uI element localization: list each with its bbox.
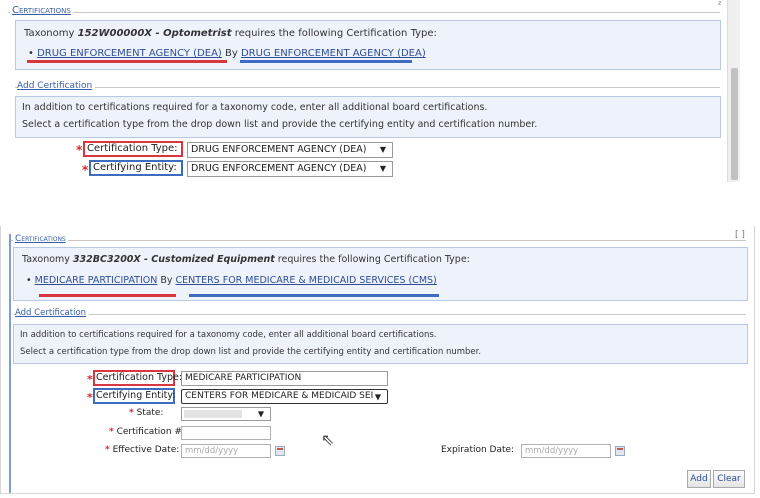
add-info-box: In addition to certifications required f… [15, 96, 721, 138]
add-button[interactable]: Add [687, 470, 711, 488]
taxonomy-name: - Customized Equipment [140, 254, 275, 265]
taxonomy-prefix: Taxonomy [22, 254, 73, 265]
effective-date-label: Effective Date: [112, 445, 180, 455]
by-text: By [221, 48, 241, 59]
effective-date-input[interactable]: mm/dd/yyyy [181, 444, 271, 458]
cert-number-label: Certification #: [116, 427, 185, 437]
entity-value: DRUG ENFORCEMENT AGENCY (DEA) [191, 163, 367, 174]
cert-type-value: DRUG ENFORCEMENT AGENCY (DEA) [191, 144, 367, 155]
info-line-2: Select a certification type from the dro… [20, 347, 482, 357]
red-underline [27, 60, 227, 63]
bullet: • [28, 48, 38, 59]
cert-number-input[interactable] [181, 426, 271, 440]
chevron-down-icon: ▼ [257, 409, 264, 419]
add-rule [13, 314, 746, 315]
expiration-date-label: Expiration Date: [441, 445, 515, 455]
entity-select[interactable]: CENTERS FOR MEDICARE & MEDICAID SEI ▼ [181, 389, 388, 404]
taxonomy-line: Taxonomy 152W00000X - Optometrist requir… [24, 28, 437, 39]
required-marker: * [87, 373, 93, 386]
required-cert-item: • MEDICARE PARTICIPATION By CENTERS FOR … [26, 275, 437, 286]
blue-underline [189, 294, 439, 297]
red-underline [39, 294, 176, 297]
required-entity-link[interactable]: CENTERS FOR MEDICARE & MEDICAID SERVICES… [176, 275, 437, 286]
mouse-cursor-icon: ⇖ [321, 430, 335, 449]
required-marker: * [82, 163, 89, 177]
entity-value: CENTERS FOR MEDICARE & MEDICAID SEI [185, 391, 374, 401]
chevron-down-icon: ▼ [379, 145, 386, 154]
screenshot-dea-certification: Certifications ᶻ Taxonomy 152W00000X - O… [0, 0, 740, 182]
required-marker: * [87, 391, 93, 404]
effective-date-field-label: * Effective Date: [105, 445, 179, 455]
screenshot-medicare-certification: Certifications [ ] Taxonomy 332BC3200X -… [0, 226, 755, 494]
add-info-box: In addition to certifications required f… [13, 324, 748, 364]
chevron-down-icon: ▼ [374, 392, 381, 401]
required-marker: * [109, 427, 114, 437]
required-cert-type-link[interactable]: DRUG ENFORCEMENT AGENCY (DEA) [37, 48, 222, 59]
cert-type-select[interactable]: DRUG ENFORCEMENT AGENCY (DEA) ▼ [187, 142, 393, 158]
add-rule [15, 87, 720, 88]
entity-label: Certifying Entity: [93, 162, 177, 173]
bullet: • [26, 275, 35, 286]
cert-type-select[interactable]: MEDICARE PARTICIPATION [181, 371, 388, 386]
cert-type-label: Certification Type: [87, 143, 178, 154]
entity-select[interactable]: DRUG ENFORCEMENT AGENCY (DEA) ▼ [187, 161, 393, 177]
section-title: Certifications [10, 5, 73, 16]
required-marker: * [129, 408, 134, 418]
required-cert-type-link[interactable]: MEDICARE PARTICIPATION [35, 275, 158, 286]
state-value-blank [184, 410, 242, 418]
expiration-date-input[interactable]: mm/dd/yyyy [521, 444, 611, 458]
required-entity-link[interactable]: DRUG ENFORCEMENT AGENCY (DEA) [241, 48, 426, 59]
taxonomy-prefix: Taxonomy [24, 28, 78, 39]
taxonomy-code: 152W00000X [77, 28, 153, 39]
form-panel: Certifications [ ] Taxonomy 332BC3200X -… [9, 230, 748, 493]
taxonomy-code: 332BC3200X [72, 254, 141, 265]
cert-type-value: MEDICARE PARTICIPATION [185, 373, 302, 383]
state-field-label: * State: [129, 408, 163, 418]
taxonomy-line: Taxonomy 332BC3200X - Customized Equipme… [22, 254, 470, 265]
required-marker: * [105, 445, 110, 455]
state-label: State: [136, 408, 164, 418]
by-text: By [157, 275, 176, 286]
info-line-2: Select a certification type from the dro… [22, 119, 538, 130]
section-rule [11, 240, 746, 241]
taxonomy-info-box: Taxonomy 332BC3200X - Customized Equipme… [13, 247, 748, 301]
chevron-down-icon: ▼ [379, 164, 386, 173]
scrollbar[interactable] [727, 0, 740, 182]
cert-number-field-label: * Certification #: [109, 427, 185, 437]
corner-mark: [ ] [735, 230, 745, 240]
scrollbar-thumb[interactable] [731, 68, 738, 180]
add-certification-title: Add Certification [15, 308, 90, 318]
info-line-1: In addition to certifications required f… [20, 330, 437, 340]
section-rule [8, 12, 720, 13]
taxonomy-suffix: requires the following Certification Typ… [274, 254, 470, 265]
info-line-1: In addition to certifications required f… [22, 102, 488, 113]
calendar-icon[interactable] [615, 446, 625, 456]
taxonomy-suffix: requires the following Certification Typ… [231, 28, 437, 39]
corner-mark: ᶻ [718, 0, 722, 11]
section-title: Certifications [13, 234, 68, 244]
calendar-icon[interactable] [275, 446, 285, 456]
blue-underline [240, 60, 412, 63]
taxonomy-name: - Optometrist [152, 28, 232, 39]
entity-label: Certifying Entity: [96, 390, 176, 401]
add-certification-title: Add Certification [17, 81, 96, 91]
required-cert-item: • DRUG ENFORCEMENT AGENCY (DEA) By DRUG … [28, 48, 426, 59]
clear-button[interactable]: Clear [713, 470, 745, 488]
required-marker: * [76, 143, 83, 157]
state-select[interactable]: ▼ [181, 407, 271, 421]
cert-type-label: Certification Type: [96, 372, 183, 383]
